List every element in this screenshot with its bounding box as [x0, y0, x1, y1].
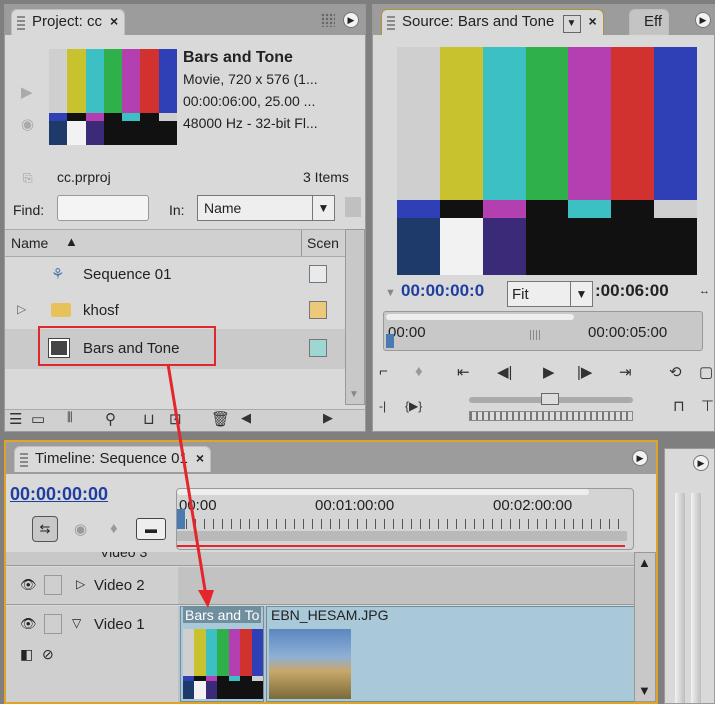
annotation-arrow [166, 363, 214, 608]
